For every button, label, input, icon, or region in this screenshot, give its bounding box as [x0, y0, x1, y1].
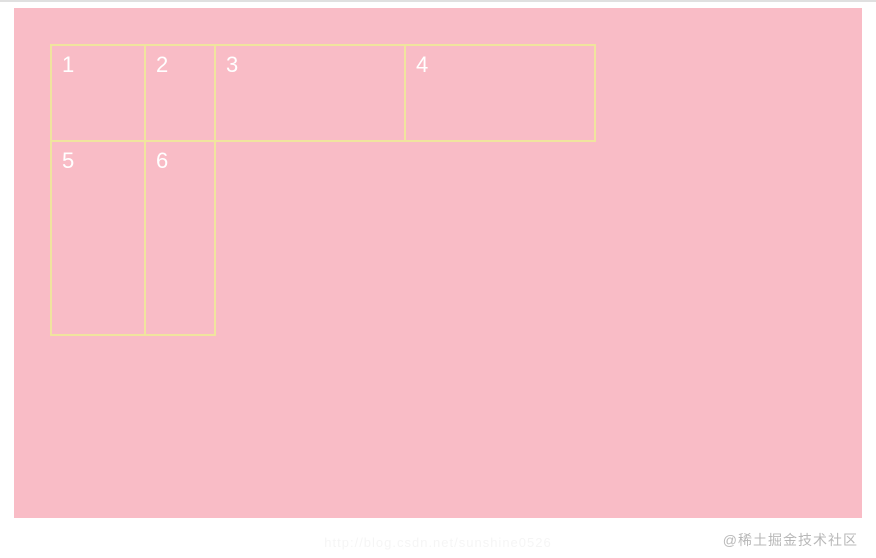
grid-layout: 1 2 3 4 5 6: [52, 46, 612, 336]
cell-label: 2: [156, 52, 168, 77]
grid-cell-5: 5: [50, 140, 146, 336]
grid-cell-6: 6: [144, 140, 216, 336]
grid-cell-4: 4: [404, 44, 596, 142]
grid-cell-1: 1: [50, 44, 146, 142]
cell-label: 5: [62, 148, 74, 173]
cell-label: 3: [226, 52, 238, 77]
url-watermark: http://blog.csdn.net/sunshine0526: [324, 535, 551, 550]
grid-cell-2: 2: [144, 44, 216, 142]
pink-container: 1 2 3 4 5 6: [14, 8, 862, 518]
cell-label: 1: [62, 52, 74, 77]
cell-label: 4: [416, 52, 428, 77]
attribution-watermark: @稀土掘金技术社区: [723, 530, 858, 550]
cell-label: 6: [156, 148, 168, 173]
top-divider: [0, 0, 876, 2]
grid-cell-3: 3: [214, 44, 406, 142]
